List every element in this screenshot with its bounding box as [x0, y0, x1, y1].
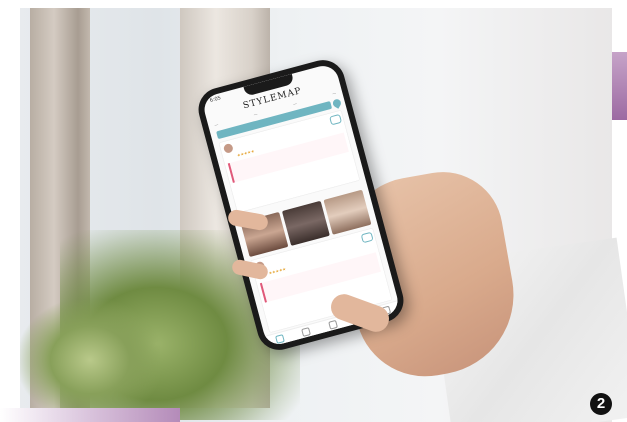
top-margin	[0, 0, 627, 8]
rating-stars: ★★★★★	[267, 266, 287, 276]
hairstyle-photo[interactable]	[323, 189, 372, 235]
app-tab[interactable]: —	[214, 122, 219, 128]
hairstyle-photo[interactable]	[281, 200, 330, 246]
search-icon[interactable]	[301, 327, 312, 337]
app-tab[interactable]: —	[292, 101, 297, 107]
left-margin	[0, 0, 20, 422]
purple-bottom-strip	[0, 408, 180, 422]
status-time: 6:05	[209, 95, 222, 104]
chat-nav-icon[interactable]	[328, 319, 338, 330]
plant-leaves-lower	[20, 300, 160, 420]
app-tab[interactable]: —	[253, 111, 258, 117]
chat-icon[interactable]	[360, 231, 374, 244]
home-icon[interactable]	[274, 334, 285, 344]
purple-accent-strip	[612, 52, 627, 120]
number-badge: 2	[590, 393, 612, 415]
chat-icon[interactable]	[329, 113, 343, 126]
map-pin-icon[interactable]	[331, 97, 343, 109]
photo-scene: 6:05 STYLEMAP — — — — ★★★★★ ★★★★★ 2	[0, 0, 627, 422]
app-tab[interactable]: —	[332, 90, 337, 96]
coupon[interactable]	[259, 252, 381, 303]
avatar	[222, 142, 234, 154]
coupon[interactable]	[227, 132, 349, 183]
